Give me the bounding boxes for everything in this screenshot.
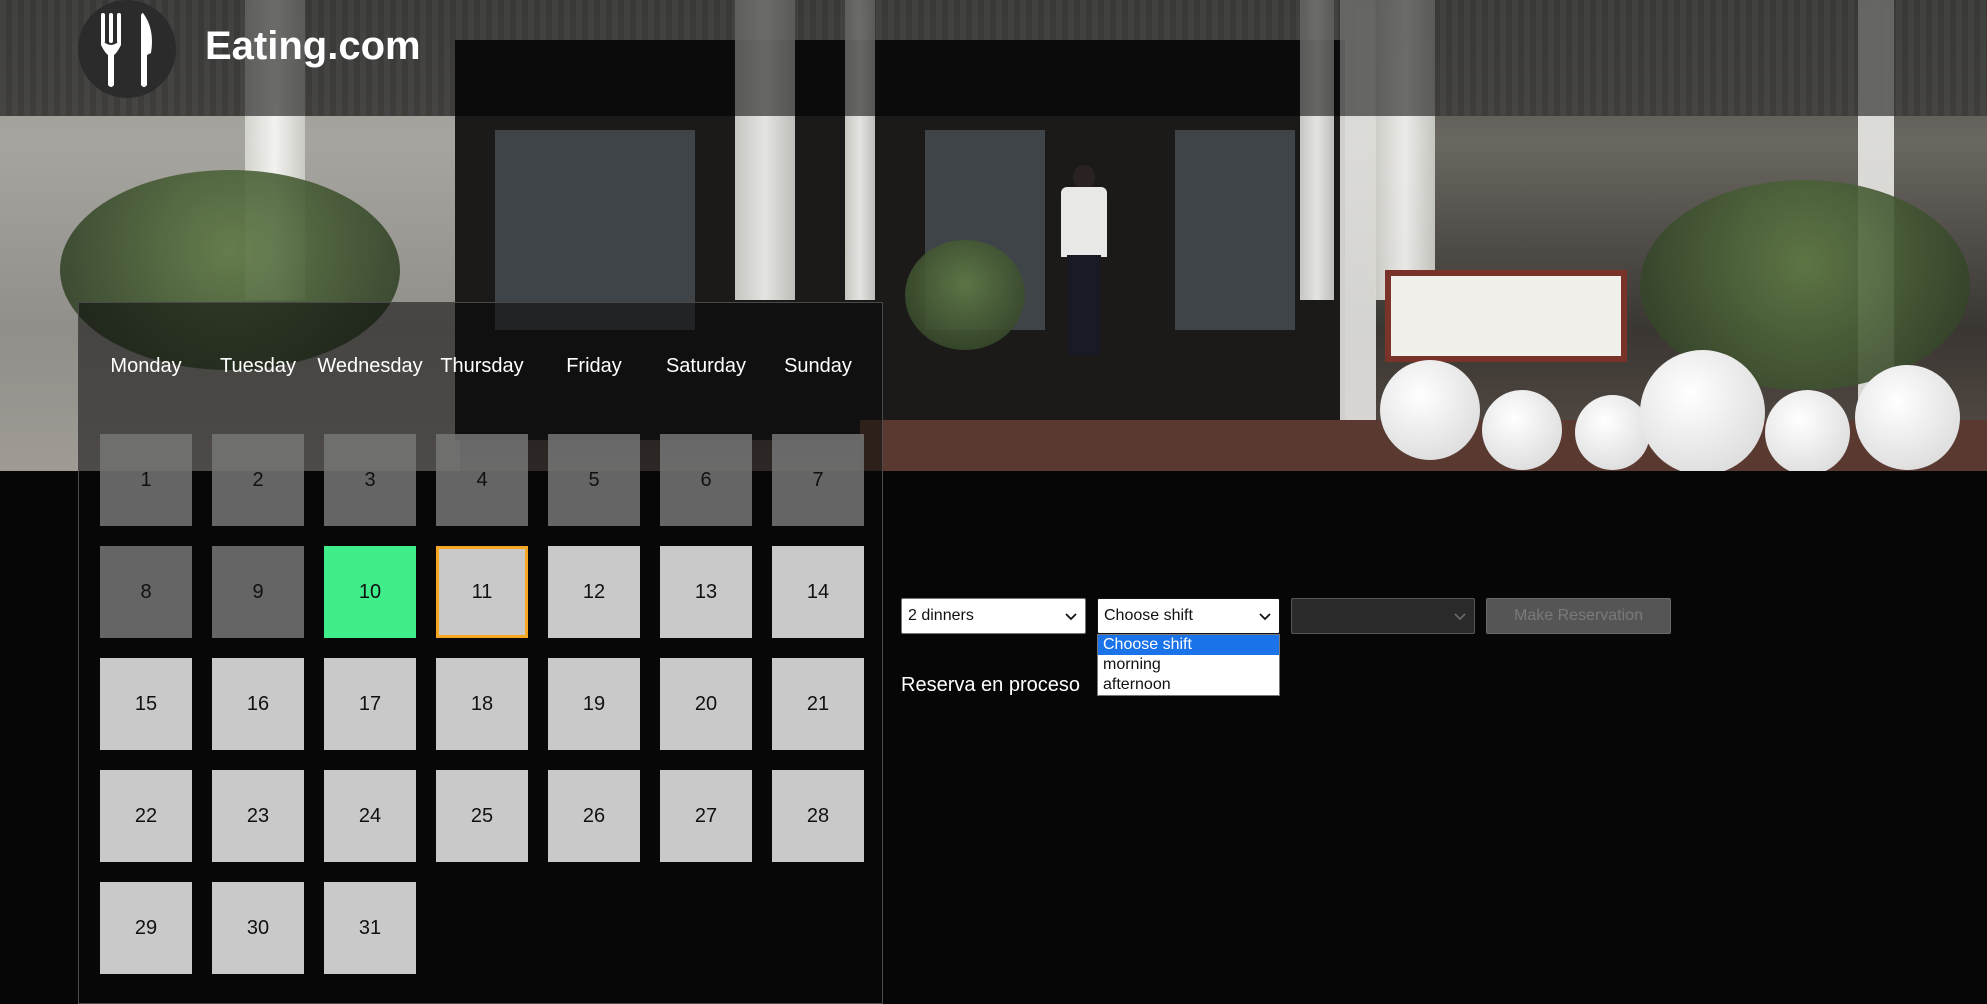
weekday-monday: Monday — [110, 355, 182, 377]
calendar-day[interactable]: 24 — [324, 770, 416, 862]
calendar-day[interactable]: 6 — [660, 434, 752, 526]
calendar-day[interactable]: 30 — [212, 882, 304, 974]
calendar-day[interactable]: 8 — [100, 546, 192, 638]
light-globe — [1380, 360, 1480, 460]
shift-option-afternoon[interactable]: afternoon — [1098, 675, 1279, 695]
calendar-day[interactable]: 22 — [100, 770, 192, 862]
brand-title[interactable]: Eating.com — [205, 24, 421, 69]
calendar-day[interactable]: 7 — [772, 434, 864, 526]
calendar-day[interactable]: 9 — [212, 546, 304, 638]
calendar-day[interactable]: 25 — [436, 770, 528, 862]
calendar-day[interactable]: 31 — [324, 882, 416, 974]
calendar-day[interactable]: 29 — [100, 882, 192, 974]
calendar-day[interactable]: 2 — [212, 434, 304, 526]
fork-knife-icon — [101, 13, 152, 87]
calendar-day[interactable]: 3 — [324, 434, 416, 526]
calendar-day[interactable]: 28 — [772, 770, 864, 862]
weekday-friday: Friday — [566, 355, 622, 377]
chevron-down-icon — [1454, 613, 1466, 621]
shift-option-choose[interactable]: Choose shift — [1098, 635, 1279, 655]
shift-option-morning[interactable]: morning — [1098, 655, 1279, 675]
diners-select[interactable]: 2 dinners — [901, 598, 1086, 634]
calendar: Monday Tuesday Wednesday Thursday Friday Satu… — [78, 302, 883, 1004]
reservation-status: Reserva en proceso — [901, 674, 1080, 696]
calendar-day[interactable]: 12 — [548, 546, 640, 638]
light-globe — [1575, 395, 1650, 470]
calendar-day[interactable]: 16 — [212, 658, 304, 750]
diners-select-value: 2 dinners — [908, 607, 974, 624]
weekday-wednesday: Wednesday — [317, 355, 423, 377]
light-globe — [1640, 350, 1765, 471]
person — [1055, 165, 1115, 365]
calendar-day[interactable]: 11 — [436, 546, 528, 638]
shift-select-value: Choose shift — [1104, 607, 1193, 624]
weekday-tuesday: Tuesday — [220, 355, 296, 377]
calendar-day[interactable]: 5 — [548, 434, 640, 526]
shift-dropdown-list: Choose shift morning afternoon — [1097, 634, 1280, 696]
light-globe — [1482, 390, 1562, 470]
calendar-day[interactable]: 21 — [772, 658, 864, 750]
weekday-sunday: Sunday — [784, 355, 852, 377]
chevron-down-icon — [1259, 613, 1271, 621]
calendar-day[interactable]: 10 — [324, 546, 416, 638]
calendar-day[interactable]: 4 — [436, 434, 528, 526]
weekday-thursday: Thursday — [440, 355, 524, 377]
calendar-day[interactable]: 17 — [324, 658, 416, 750]
chevron-down-icon — [1065, 613, 1077, 621]
time-select[interactable] — [1291, 598, 1475, 634]
shift-select[interactable]: Choose shift — [1097, 598, 1280, 634]
calendar-day[interactable]: 20 — [660, 658, 752, 750]
menu-board — [1385, 270, 1627, 362]
calendar-day[interactable]: 15 — [100, 658, 192, 750]
calendar-day[interactable]: 26 — [548, 770, 640, 862]
calendar-day[interactable]: 18 — [436, 658, 528, 750]
calendar-day[interactable]: 23 — [212, 770, 304, 862]
make-reservation-button[interactable]: Make Reservation — [1486, 598, 1671, 634]
potted-plant — [905, 240, 1025, 350]
calendar-day[interactable]: 19 — [548, 658, 640, 750]
logo[interactable] — [78, 0, 176, 98]
calendar-day[interactable]: 27 — [660, 770, 752, 862]
calendar-day[interactable]: 14 — [772, 546, 864, 638]
light-globe — [1855, 365, 1960, 470]
calendar-day[interactable]: 13 — [660, 546, 752, 638]
calendar-day[interactable]: 1 — [100, 434, 192, 526]
light-globe — [1765, 390, 1850, 471]
weekday-saturday: Saturday — [665, 355, 747, 377]
